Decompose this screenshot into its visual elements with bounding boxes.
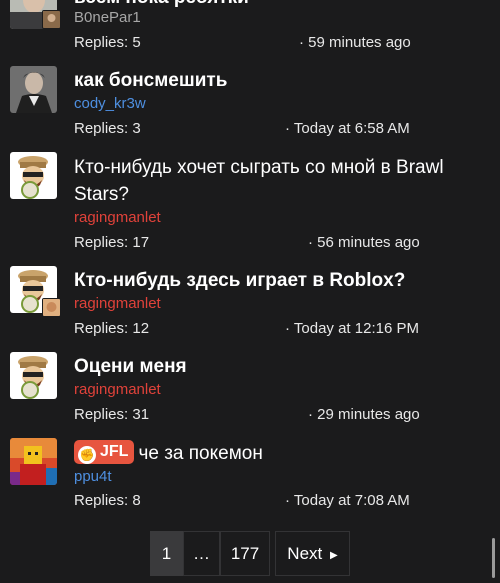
- thread-title[interactable]: Оцени меня: [74, 353, 489, 380]
- last-post-time[interactable]: · Today at 6:58 AM: [285, 120, 410, 138]
- last-post-time[interactable]: · Today at 7:08 AM: [285, 492, 410, 510]
- page-1-button[interactable]: 1: [150, 531, 183, 576]
- scrollbar[interactable]: [492, 538, 495, 578]
- reply-count: Replies: 31: [74, 406, 150, 423]
- jfl-badge: ✊ JFL: [74, 440, 135, 464]
- page-ellipsis-button[interactable]: …: [183, 531, 220, 576]
- avatar[interactable]: [10, 438, 57, 485]
- thread-author[interactable]: ragingmanlet: [74, 209, 161, 227]
- reply-count: Replies: 3: [74, 120, 141, 137]
- reply-count: Replies: 5: [74, 34, 141, 51]
- thread-author[interactable]: cody_kr3w: [74, 95, 146, 113]
- thread-author[interactable]: B0nePar1: [74, 9, 141, 27]
- reply-count: Replies: 8: [74, 492, 141, 509]
- thread-title-text[interactable]: че за покемон: [138, 443, 262, 464]
- avatar[interactable]: [10, 66, 57, 113]
- avatar[interactable]: [10, 352, 57, 399]
- last-post-time[interactable]: · 59 minutes ago: [299, 34, 411, 52]
- thread-title[interactable]: ✊ JFL че за покемон: [74, 440, 489, 467]
- last-poster-avatar[interactable]: [42, 298, 61, 317]
- thread-author[interactable]: ragingmanlet: [74, 381, 161, 399]
- thread-author[interactable]: ragingmanlet: [74, 295, 161, 313]
- page-177-button[interactable]: 177: [220, 531, 270, 576]
- reply-count: Replies: 12: [74, 320, 150, 337]
- last-poster-avatar[interactable]: [42, 10, 61, 29]
- thread-title[interactable]: Кто-нибудь здесь играет в Roblox?: [74, 267, 489, 294]
- jfl-badge-icon: ✊: [78, 446, 96, 464]
- avatar[interactable]: [10, 152, 57, 199]
- last-post-time[interactable]: · Today at 12:16 PM: [285, 320, 419, 338]
- last-post-time[interactable]: · 29 minutes ago: [308, 406, 420, 424]
- thread-title[interactable]: как бонсмешить: [74, 67, 489, 94]
- reply-count: Replies: 17: [74, 234, 150, 251]
- thread-author[interactable]: ppu4t: [74, 468, 112, 486]
- last-post-time[interactable]: · 56 minutes ago: [308, 234, 420, 252]
- next-label: Next: [287, 544, 323, 563]
- chevron-right-icon: ▶: [330, 550, 338, 561]
- next-page-button[interactable]: Next ▶: [275, 531, 350, 576]
- thread-title[interactable]: Кто-нибудь хочет сыграть со мной в Brawl…: [74, 154, 489, 208]
